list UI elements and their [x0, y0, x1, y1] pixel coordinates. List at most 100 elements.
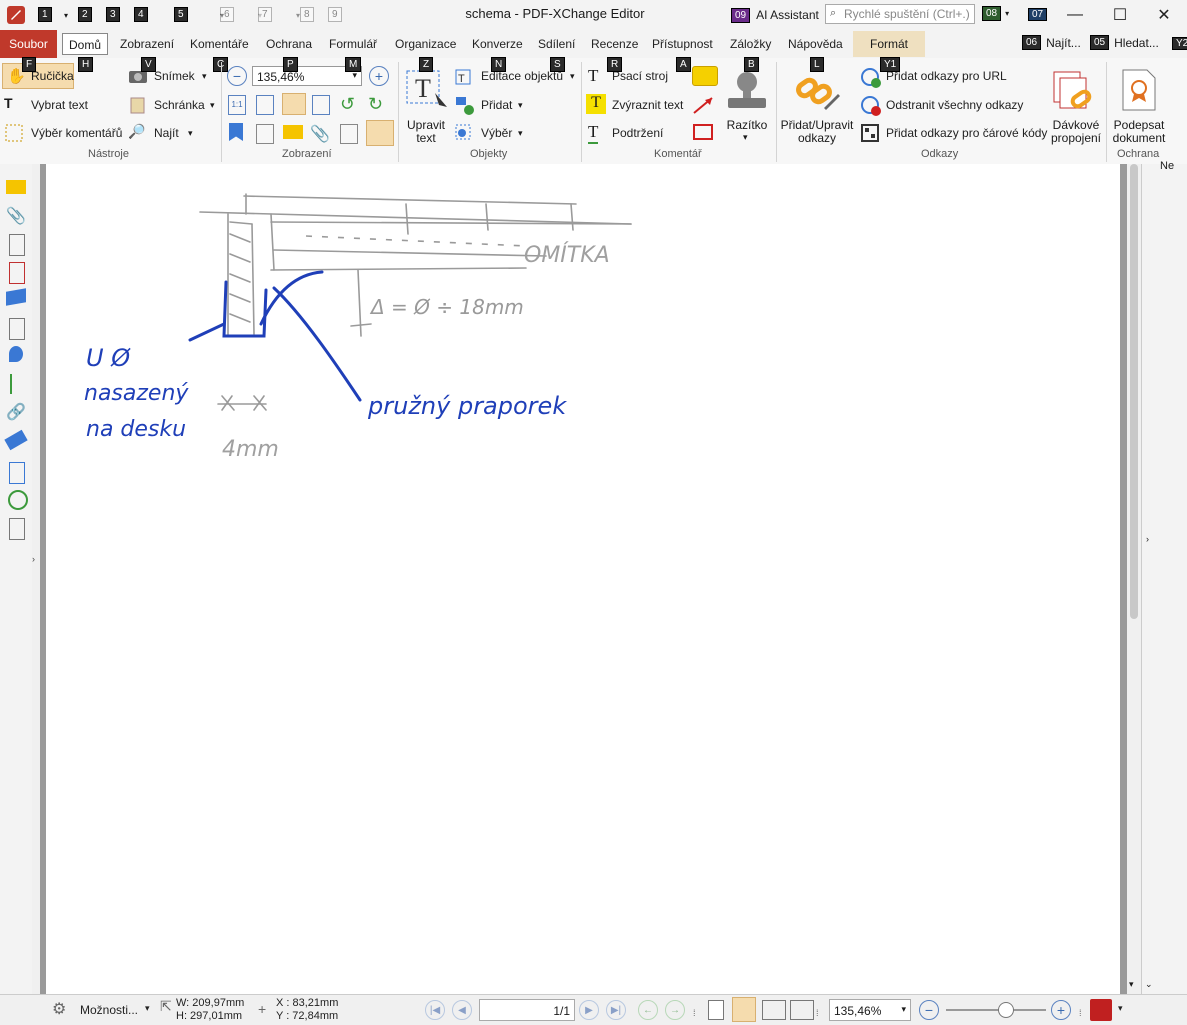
continuous-page-icon[interactable]	[732, 997, 756, 1022]
rotate-left-icon[interactable]: ↺	[340, 94, 355, 115]
select-comments-button[interactable]: Výběr komentářů	[4, 123, 122, 143]
zoom-slider-thumb[interactable]	[998, 1002, 1014, 1018]
quick-access-save-icon[interactable]: 1 ▾	[36, 4, 68, 26]
highlight-text-button[interactable]: T Zvýraznit text	[586, 94, 690, 115]
menu-accessibility[interactable]: Přístupnost	[652, 37, 713, 51]
pdf-page[interactable]: OMÍTKA Δ = Ø ÷ 18mm 4mm U Ø nasazený na …	[46, 164, 1120, 994]
quick-access-email-icon[interactable]: 3	[104, 4, 122, 26]
menu-help[interactable]: Nápověda	[788, 37, 843, 51]
comments-icon[interactable]	[283, 125, 303, 139]
back-icon[interactable]: 8	[298, 4, 316, 26]
fields-panel-icon[interactable]	[9, 318, 25, 340]
last-page-button[interactable]: ▶|	[606, 1000, 626, 1020]
search-button[interactable]: 05 Hledat...	[1090, 35, 1159, 50]
quick-access-open-icon[interactable]: 5 ▾	[172, 4, 224, 26]
fit-width-icon[interactable]	[282, 93, 306, 115]
attachments-panel-icon[interactable]: 📎	[6, 206, 26, 226]
layout-expand-icon[interactable]: ⁞	[816, 1008, 819, 1018]
right-panel-collapse-icon[interactable]: ⌄	[1145, 979, 1153, 990]
clipboard-button[interactable]: Schránka ▾	[128, 95, 218, 115]
find-button[interactable]: 06 Najít...	[1022, 35, 1081, 50]
add-barcode-links-button[interactable]: Přidat odkazy pro čárové kódy	[860, 123, 1050, 143]
add-edit-links-button[interactable]: Přidat/Upravit odkazy	[780, 64, 854, 148]
left-panel-splitter[interactable]: ›	[32, 164, 40, 994]
fit-visible-icon[interactable]	[312, 95, 330, 115]
menu-file[interactable]: Soubor	[0, 30, 57, 58]
hand-tool-button[interactable]: ✋ Ručička	[2, 63, 74, 89]
zoom-slider[interactable]	[946, 1002, 1046, 1018]
fit-page-icon[interactable]	[256, 95, 274, 115]
arrow-icon[interactable]	[692, 95, 716, 115]
forward-view-button[interactable]: →	[665, 1000, 685, 1020]
status-zoom-in-button[interactable]: +	[1051, 1000, 1071, 1020]
layers-panel-icon[interactable]	[6, 288, 26, 306]
menu-format[interactable]: Formát	[853, 31, 925, 57]
page-number-input[interactable]: 1/1	[479, 999, 575, 1021]
tags-panel-icon[interactable]	[4, 429, 28, 451]
options-button[interactable]: Možnosti...	[80, 1003, 138, 1017]
pages-panel-icon[interactable]	[9, 234, 25, 256]
structure-panel-icon[interactable]	[10, 374, 22, 394]
destinations-panel-icon[interactable]	[9, 346, 23, 362]
next-page-button[interactable]: ▶	[579, 1000, 599, 1020]
properties-icon[interactable]	[340, 124, 358, 144]
content-panel-icon[interactable]	[9, 262, 25, 284]
pages-icon[interactable]	[256, 124, 274, 144]
facing-pages-icon[interactable]	[762, 1000, 786, 1020]
quick-access-print-icon[interactable]: 2	[76, 4, 94, 26]
stamp-button[interactable]: Razítko ▾	[722, 64, 772, 148]
actual-size-icon[interactable]: 1:1	[228, 95, 246, 115]
links-panel-icon[interactable]: 🔗	[6, 402, 26, 422]
chevron-down-icon[interactable]: ▾	[1118, 1003, 1123, 1014]
redo-icon[interactable]: 7 ▾	[256, 4, 300, 26]
remove-all-links-button[interactable]: Odstranit všechny odkazy	[860, 95, 1050, 116]
menu-share[interactable]: Sdílení	[538, 37, 575, 51]
zoom-in-button[interactable]: +	[369, 66, 389, 86]
underline-button[interactable]: T Podtržení	[586, 122, 676, 144]
prev-page-button[interactable]: ◀	[452, 1000, 472, 1020]
menu-comments[interactable]: Komentáře	[190, 37, 249, 51]
scrollbar-thumb[interactable]	[1130, 164, 1138, 619]
menu-home[interactable]: Domů	[62, 33, 108, 55]
continuous-facing-icon[interactable]	[790, 1000, 814, 1020]
sign-document-button[interactable]: Podepsat dokument	[1110, 64, 1168, 148]
zoom-expand-icon[interactable]: ⁞	[1079, 1008, 1082, 1018]
close-button[interactable]: ✕	[1141, 0, 1187, 30]
expand-right-icon[interactable]: ›	[1146, 534, 1149, 544]
note-icon[interactable]	[692, 66, 718, 86]
comments-panel-icon[interactable]	[6, 180, 26, 194]
vertical-scrollbar[interactable]: ▾	[1127, 164, 1141, 994]
add-object-button[interactable]: Přidat ▾	[454, 95, 530, 115]
pdf-logo-icon[interactable]	[1090, 999, 1112, 1021]
select-object-button[interactable]: Výběr ▾	[454, 123, 530, 143]
ui-options-button[interactable]: 07	[1028, 6, 1048, 21]
back-view-button[interactable]: ←	[638, 1000, 658, 1020]
find-tool-button[interactable]: 🔎 Najít ▾	[128, 123, 198, 143]
single-page-icon[interactable]	[708, 1000, 724, 1020]
scroll-down-icon[interactable]: ▾	[1129, 979, 1134, 990]
ai-assistant-button[interactable]: 09 AI Assistant	[731, 5, 819, 25]
nav-expand-icon[interactable]: ⁞	[693, 1008, 696, 1018]
attachments-icon[interactable]: 📎	[310, 124, 330, 144]
maximize-button[interactable]: ☐	[1097, 0, 1143, 30]
edit-text-button[interactable]: T Upravit text	[403, 65, 449, 145]
app-logo-icon[interactable]	[6, 4, 26, 26]
ribbon-options-button[interactable]: 08 ▾	[982, 6, 1009, 21]
page-settings-icon[interactable]	[366, 120, 394, 146]
zoom-out-button[interactable]: −	[227, 66, 247, 86]
status-zoom-out-button[interactable]: −	[919, 1000, 939, 1020]
first-page-button[interactable]: |◀	[425, 1000, 445, 1020]
minimize-button[interactable]: —	[1052, 0, 1098, 30]
menu-form[interactable]: Formulář	[329, 37, 377, 51]
menu-bookmarks[interactable]: Záložky	[730, 37, 771, 51]
typewriter-button[interactable]: T Psací stroj	[586, 66, 676, 87]
quick-launch-input[interactable]: ⌕ Rychlé spuštění (Ctrl+.)	[825, 4, 975, 24]
accessibility-check-icon[interactable]	[9, 518, 25, 540]
rotate-right-icon[interactable]: ↻	[368, 94, 383, 115]
forward-icon[interactable]: 9	[326, 4, 344, 26]
menu-protect[interactable]: Ochrana	[266, 37, 312, 51]
rectangle-icon[interactable]	[693, 124, 713, 140]
status-zoom-select[interactable]: 135,46% ▾	[829, 999, 911, 1021]
batch-link-button[interactable]: Dávkové propojení	[1050, 64, 1102, 148]
accessibility-panel-icon[interactable]	[8, 490, 28, 510]
